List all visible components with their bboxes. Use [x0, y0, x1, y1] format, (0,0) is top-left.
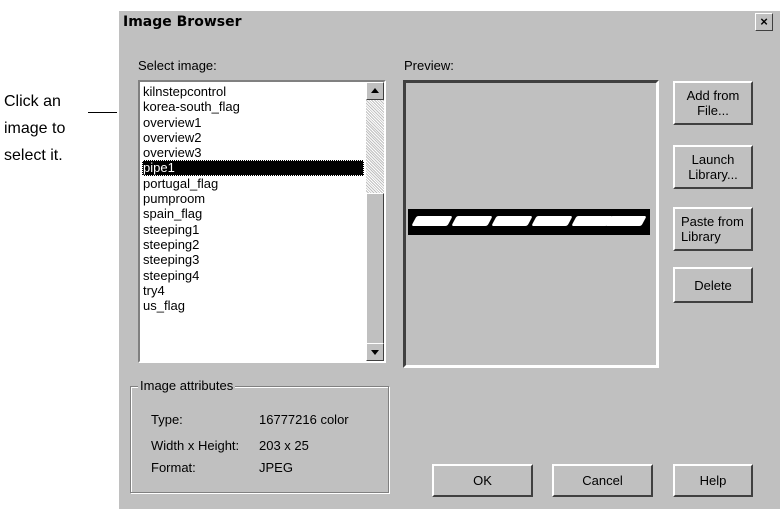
- ok-button[interactable]: OK: [432, 464, 533, 497]
- image-list-item[interactable]: korea-south_flag: [142, 99, 364, 114]
- scrollbar-thumb[interactable]: [366, 193, 384, 345]
- image-list-item[interactable]: pipe1: [142, 160, 364, 176]
- add-from-file-button[interactable]: Add from File...: [673, 81, 753, 125]
- image-list-item[interactable]: spain_flag: [142, 206, 364, 221]
- callout-line-1: Click an: [4, 93, 61, 110]
- preview-pane: [403, 80, 659, 368]
- select-image-label: Select image:: [138, 58, 217, 73]
- image-list-item[interactable]: kilnstepcontrol: [142, 84, 364, 99]
- help-button[interactable]: Help: [673, 464, 753, 497]
- image-list-item[interactable]: overview1: [142, 115, 364, 130]
- preview-label: Preview:: [404, 58, 454, 73]
- format-value: JPEG: [259, 460, 293, 475]
- arrow-up-icon: [371, 88, 379, 93]
- image-listbox[interactable]: kilnstepcontrol korea-south_flag overview1…: [138, 80, 386, 363]
- image-list[interactable]: kilnstepcontrol korea-south_flag overview1…: [142, 84, 364, 313]
- pipe-segment: [411, 216, 453, 226]
- close-button[interactable]: ×: [755, 13, 773, 31]
- image-list-item[interactable]: pumproom: [142, 191, 364, 206]
- pipe-segment: [491, 216, 533, 226]
- vertical-scrollbar[interactable]: [366, 82, 384, 361]
- image-browser-dialog: Image Browser × Select image: Preview: k…: [117, 9, 780, 509]
- pipe-image-preview: [408, 209, 650, 235]
- scroll-up-button[interactable]: [366, 82, 384, 100]
- image-list-item[interactable]: try4: [142, 283, 364, 298]
- callout-line-3: select it.: [4, 147, 63, 164]
- image-list-item[interactable]: overview2: [142, 130, 364, 145]
- title-bar: Image Browser ×: [119, 11, 780, 33]
- image-list-item[interactable]: steeping3: [142, 252, 364, 267]
- image-list-item[interactable]: steeping1: [142, 222, 364, 237]
- scroll-down-button[interactable]: [366, 343, 384, 361]
- type-label: Type:: [151, 412, 183, 427]
- cancel-button[interactable]: Cancel: [552, 464, 653, 497]
- pipe-segment: [531, 216, 573, 226]
- image-list-item[interactable]: portugal_flag: [142, 176, 364, 191]
- image-list-item[interactable]: overview3: [142, 145, 364, 160]
- arrow-down-icon: [371, 350, 379, 355]
- size-label: Width x Height:: [151, 438, 240, 453]
- callout-annotation: Click an image to select it.: [4, 88, 112, 169]
- type-value: 16777216 color: [259, 412, 349, 427]
- delete-button[interactable]: Delete: [673, 267, 753, 303]
- dialog-title: Image Browser: [123, 14, 242, 30]
- image-attributes-group: Image attributes Type: 16777216 color Wi…: [130, 378, 389, 493]
- launch-library-button[interactable]: Launch Library...: [673, 145, 753, 189]
- image-list-item[interactable]: us_flag: [142, 298, 364, 313]
- image-list-item[interactable]: steeping4: [142, 268, 364, 283]
- callout-line-2: image to: [4, 120, 66, 137]
- pipe-segment: [605, 216, 647, 226]
- pipe-segment: [451, 216, 493, 226]
- image-list-item[interactable]: steeping2: [142, 237, 364, 252]
- format-label: Format:: [151, 460, 196, 475]
- image-attributes-title: Image attributes: [138, 378, 236, 393]
- paste-from-library-button[interactable]: Paste from Library: [673, 207, 753, 251]
- size-value: 203 x 25: [259, 438, 309, 453]
